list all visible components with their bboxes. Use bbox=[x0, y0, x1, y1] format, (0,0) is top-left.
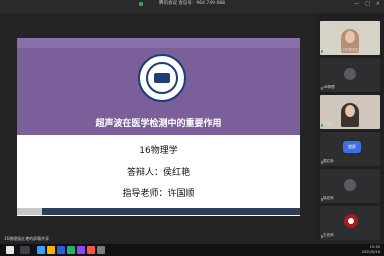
shared-slide: 超声波在医学检测中的重要作用 16物理学 答辩人：侯红艳 指导老师：许国顺 bbox=[17, 38, 300, 216]
speaker-face bbox=[345, 31, 355, 43]
start-menu-icon[interactable] bbox=[6, 246, 14, 254]
slide-header-top-band bbox=[17, 38, 300, 48]
slide-progress-fill bbox=[17, 208, 43, 215]
university-logo-icon bbox=[138, 54, 186, 102]
participant-name: 许国顺 bbox=[323, 122, 334, 126]
avatar-icon bbox=[344, 179, 356, 191]
slide-subtitle-advisor: 指导老师：许国顺 bbox=[122, 189, 195, 199]
participant-tile[interactable]: 18物理 bbox=[320, 58, 380, 92]
taskbar: 15:30 2020/5/16 bbox=[0, 244, 384, 256]
participant-name: 王老师 bbox=[323, 233, 334, 237]
share-status: 16物理侯红艳的屏幕共享 bbox=[4, 236, 50, 241]
meeting-screen: 腾讯会议 会议号：964 749 088 — □ × 超声波在医学检测中的重要作… bbox=[0, 0, 384, 256]
search-icon[interactable] bbox=[20, 246, 30, 254]
avatar-symbol-icon bbox=[348, 218, 354, 224]
top-bar: 腾讯会议 会议号：964 749 088 — □ × bbox=[0, 0, 384, 13]
slide-subtitle-student: 答辩人：侯红艳 bbox=[126, 168, 190, 178]
participant-name: 正在发言：18物理侯红艳 bbox=[323, 48, 363, 52]
close-button[interactable]: × bbox=[376, 2, 380, 7]
logo-mark bbox=[154, 73, 170, 83]
avatar-icon bbox=[344, 68, 356, 80]
document-icon[interactable] bbox=[57, 246, 65, 254]
system-tray: 15:30 2020/5/16 bbox=[362, 245, 380, 255]
participant-tile-speaker[interactable]: 正在发言：18物理侯红艳 bbox=[320, 21, 380, 55]
slide-subtitle-major: 16物理学 bbox=[139, 146, 178, 156]
minimize-button[interactable]: — bbox=[354, 2, 359, 7]
logo-ring bbox=[146, 62, 178, 94]
participant-sidebar: 正在发言：18物理侯红艳 18物理 许国顺 锁屏 侯红艳 徐老师 王老师 bbox=[316, 14, 384, 240]
meeting-app-icon[interactable] bbox=[77, 246, 85, 254]
browser-icon[interactable] bbox=[37, 246, 45, 254]
participant-tile[interactable]: 许国顺 bbox=[320, 95, 380, 129]
participant-name: 18物理 bbox=[323, 85, 335, 89]
slide-progress-bar bbox=[17, 208, 300, 215]
lock-screen-button[interactable]: 锁屏 bbox=[343, 141, 361, 153]
meeting-title: 腾讯会议 会议号：964 749 088 bbox=[158, 1, 226, 6]
media-icon[interactable] bbox=[87, 246, 95, 254]
clock-date: 2020/5/16 bbox=[361, 250, 380, 254]
slide-title: 超声波在医学检测中的重要作用 bbox=[95, 119, 222, 129]
chat-icon[interactable] bbox=[67, 246, 75, 254]
maximize-button[interactable]: □ bbox=[365, 2, 370, 7]
participant-name: 侯红艳 bbox=[323, 159, 334, 163]
participant-name: 徐老师 bbox=[323, 196, 334, 200]
participant-face bbox=[345, 105, 355, 117]
participant-tile[interactable]: 王老师 bbox=[320, 206, 380, 240]
window-controls: — □ × bbox=[354, 2, 380, 7]
participant-tile[interactable]: 徐老师 bbox=[320, 169, 380, 203]
settings-icon[interactable] bbox=[97, 246, 105, 254]
file-manager-icon[interactable] bbox=[47, 246, 55, 254]
participant-tile[interactable]: 锁屏 侯红艳 bbox=[320, 132, 380, 166]
